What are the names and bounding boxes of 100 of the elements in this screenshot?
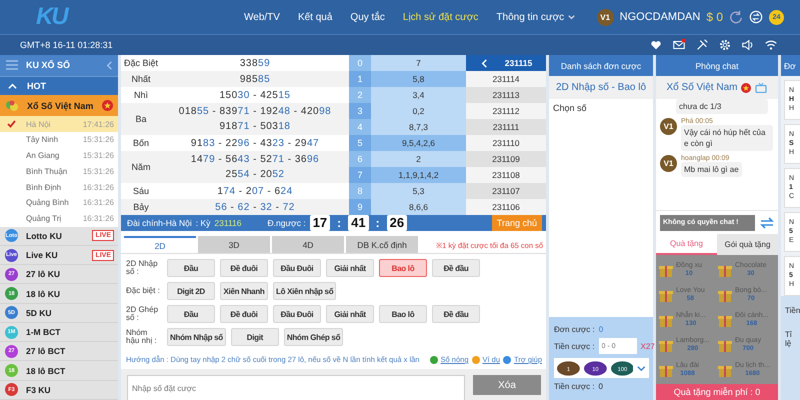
bet-option[interactable]: Bao lô: [379, 305, 427, 323]
game-name: Lotto KU: [26, 230, 63, 241]
multiplier: X27: [640, 342, 655, 350]
prize-name: Năm: [131, 162, 150, 172]
period-item[interactable]: 231107: [466, 183, 546, 199]
free-gifts: Quà tặng miễn phí : 0: [674, 387, 760, 398]
draw-time: 15:31:26: [82, 135, 114, 144]
game-name: 1-M BCT: [26, 327, 62, 338]
menu-icon[interactable]: [6, 60, 18, 70]
prize-numbers: 56 - 62 - 32 - 72: [215, 200, 295, 214]
collapse-icon[interactable]: [105, 60, 114, 70]
username: NGOCDAMDAN: [620, 11, 700, 23]
region-item[interactable]: Quảng Bình 16:31:26: [0, 195, 118, 211]
game-name: 18 lô BCT: [26, 366, 66, 376]
digit-cell: 4: [349, 119, 371, 135]
prize-numbers: 15030 - 42515: [219, 88, 290, 102]
bet-option[interactable]: Đầu Đuôi: [273, 305, 321, 323]
region-item[interactable]: Tây Ninh 15:31:26: [0, 132, 118, 148]
gift-tab[interactable]: Gói quà tặng: [717, 234, 778, 256]
bet-option[interactable]: Digit 2D: [167, 282, 215, 300]
lottery-icon: [5, 98, 19, 113]
draw-time: 15:31:26: [82, 166, 114, 176]
bet-tab[interactable]: DB K.cố định: [346, 236, 418, 253]
settings-icon[interactable]: [718, 38, 732, 52]
nav-link[interactable]: Lịch sử đặt cược: [402, 12, 478, 22]
bet-option[interactable]: Đầu: [167, 305, 215, 323]
mail-icon[interactable]: [672, 38, 686, 52]
prize-numbers: 2554 - 2052: [226, 168, 284, 182]
bet-option[interactable]: Đầu Đuôi: [273, 259, 321, 277]
bet-option[interactable]: Lô Xiên nhập số: [273, 282, 336, 300]
digit-cell: 3: [349, 103, 371, 119]
order-count-label: Đơn cược :: [554, 325, 595, 334]
heart-icon[interactable]: [649, 38, 663, 52]
game-name: Live KU: [26, 250, 59, 260]
region-item[interactable]: Quảng Trị 16:31:26: [0, 210, 118, 227]
bet-option[interactable]: Đề đuôi: [220, 305, 268, 323]
bet-option[interactable]: Đề đầu: [432, 259, 480, 277]
total-label: Tiền cược :: [554, 382, 595, 391]
nav-link[interactable]: Kết quả: [298, 12, 332, 22]
tv-icon[interactable]: [755, 82, 768, 92]
period-item[interactable]: 231113: [466, 87, 546, 103]
game-name: 27 lô BCT: [26, 346, 66, 356]
station-label: Đài chính-Hà Nội: [127, 218, 192, 228]
bet-option[interactable]: Xiên Nhanh: [220, 282, 268, 300]
countdown-separator: :: [376, 216, 380, 230]
bet-option[interactable]: Giải nhất: [326, 259, 374, 277]
bet-option[interactable]: Giải nhất: [326, 305, 374, 323]
bet-tab[interactable]: 3D: [198, 236, 270, 253]
period-item[interactable]: 231112: [466, 103, 546, 119]
nav-link[interactable]: Quy tắc: [350, 12, 385, 22]
region-item[interactable]: Bình Định 16:31:26: [0, 179, 118, 196]
region-item[interactable]: An Giang 15:31:26: [0, 148, 118, 164]
prize-numbers: 91871 - 50318: [219, 120, 290, 134]
digit-cell: 0: [349, 55, 371, 71]
number-input[interactable]: Nhập số đặt cược: [127, 375, 465, 400]
game-name: 18 lô KU: [26, 288, 62, 299]
bet-option[interactable]: Đề đầu: [432, 305, 480, 323]
order-count: 0: [598, 325, 604, 334]
nav-link[interactable]: Web/TV: [244, 12, 280, 22]
period-item[interactable]: 231106: [466, 199, 546, 215]
bet-option[interactable]: Nhóm Nhập số: [167, 328, 226, 346]
group-label: 2D Nhập số :: [126, 260, 159, 276]
countdown-digits: 17: [310, 215, 330, 231]
swap-icon[interactable]: [760, 216, 774, 229]
period-item[interactable]: 231115: [466, 55, 546, 71]
region-item[interactable]: Bình Thuận 15:31:26: [0, 164, 118, 180]
prize-name: Nhất: [131, 74, 150, 84]
exchange-icon[interactable]: [749, 10, 763, 24]
period-item[interactable]: 231114: [466, 71, 546, 87]
period-item[interactable]: 231110: [466, 135, 546, 151]
speaker-icon[interactable]: [741, 38, 755, 52]
digit-values: 1,1,9,1,4,2: [371, 167, 466, 183]
digit-cell: 1: [349, 71, 371, 87]
bet-option[interactable]: Digit: [230, 328, 279, 346]
refresh-icon[interactable]: [729, 10, 743, 24]
back-icon[interactable]: [480, 58, 489, 68]
bet-option[interactable]: Nhóm Ghép số: [284, 328, 344, 346]
sidebar-category[interactable]: Xổ Số Việt Nam: [0, 95, 118, 116]
prize-numbers: 9183 - 2296 - 4323 - 2947: [190, 136, 320, 150]
nav-link[interactable]: Thông tin cược: [496, 12, 576, 22]
chevron-up-icon[interactable]: [8, 82, 17, 91]
digit-cell: 6: [349, 151, 371, 167]
bet-tab[interactable]: 4D: [272, 236, 344, 253]
period-item[interactable]: 231109: [466, 151, 546, 167]
prize-name: Ba: [135, 114, 146, 124]
region-name: Quảng Trị: [26, 214, 62, 224]
check-icon: [7, 120, 16, 128]
tools-icon[interactable]: [695, 38, 709, 52]
bet-option[interactable]: Đề đuôi: [220, 259, 268, 277]
digit-values: 2: [371, 151, 466, 167]
period-item[interactable]: 231108: [466, 167, 546, 183]
section-header[interactable]: HOT: [0, 76, 118, 96]
expand-icon[interactable]: [637, 364, 646, 372]
prize-name: Bốn: [132, 138, 149, 148]
bet-option[interactable]: Đầu: [167, 259, 215, 277]
period-item[interactable]: 231111: [466, 119, 546, 135]
group-label: Đặc biệt :: [126, 286, 161, 296]
footer-label: Tiền: [785, 306, 800, 315]
room-name: Xổ Số Việt Nam: [666, 82, 738, 93]
caret-icon[interactable]: [567, 12, 576, 22]
